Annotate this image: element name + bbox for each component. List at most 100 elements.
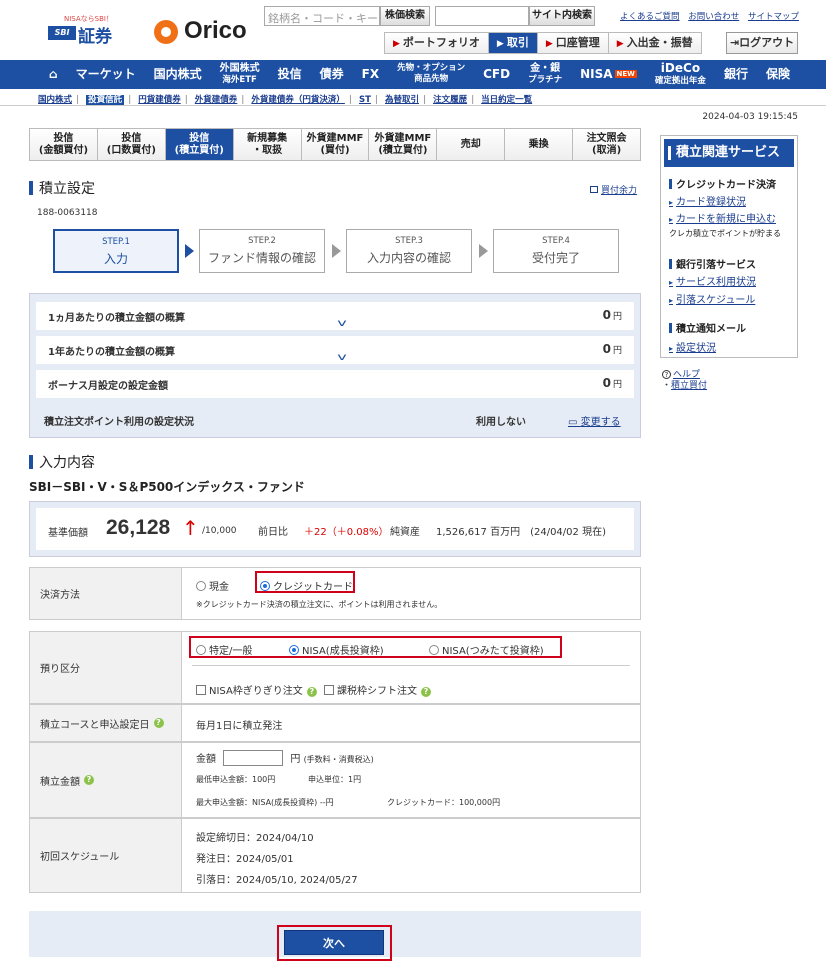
subnav-account[interactable]: ▶ 口座管理 (537, 33, 609, 53)
help-icon: ? (662, 370, 671, 379)
radio-icon[interactable] (196, 581, 206, 591)
nav-price-value: 26,128 (106, 516, 171, 539)
sidebar-card-apply[interactable]: カードを新規に申込む (669, 210, 776, 225)
tab-amount-buy[interactable]: 投信 (金額買付) (30, 129, 98, 160)
tnav-st[interactable]: ST (359, 95, 371, 105)
nav-insurance[interactable]: 保険 (757, 60, 799, 89)
sitemap-link[interactable]: サイトマップ (748, 12, 799, 22)
amount-input[interactable] (223, 750, 284, 766)
tnav-foreign-bond[interactable]: 外貨建債券 (195, 95, 238, 105)
help-icon[interactable]: ? (421, 687, 431, 697)
window-icon: ▭ (568, 417, 581, 428)
nav-bank[interactable]: 銀行 (715, 60, 757, 89)
help-box: ? ヘルプ ・積立買付 (662, 370, 708, 391)
nav-futures[interactable]: 先物・オプション 商品先物 (388, 60, 474, 89)
sidebar-service-status[interactable]: サービス利用状況 (669, 273, 756, 288)
tnav-order-history[interactable]: 注文履歴 (433, 95, 467, 105)
tnav-yen-bond[interactable]: 円貨建債券 (138, 95, 181, 105)
sidebar-mail-setting[interactable]: 設定状況 (669, 339, 716, 354)
header: NISAならSBI！ SBI 証券 Orico 銘柄名・コード・キーワード 株価… (0, 0, 826, 60)
nav-market[interactable]: マーケット (67, 60, 145, 89)
schedule-deadline: 設定締切日：2024/04/10 (196, 833, 314, 844)
subnav-portfolio[interactable]: ▶ ポートフォリオ (385, 33, 489, 53)
sidebar-group-credit: クレジットカード決済 (669, 176, 776, 191)
nav-gold[interactable]: 金・銀 プラチナ (519, 60, 571, 89)
tnav-fx-trade[interactable]: 為替取引 (385, 95, 419, 105)
sidebar-debit-schedule[interactable]: 引落スケジュール (669, 291, 755, 306)
logout-button[interactable]: ⇥ログアウト (726, 32, 798, 54)
tab-new-offering[interactable]: 新規募集 ・取扱 (233, 129, 302, 160)
nav-nisa[interactable]: NISA NEW (571, 60, 646, 89)
tnav-executions[interactable]: 当日約定一覧 (481, 95, 532, 105)
payment-cash-option[interactable]: 現金 (196, 578, 229, 593)
top-links: よくあるご質問 お問い合わせ サイトマップ (620, 10, 805, 22)
checkbox-icon[interactable] (324, 685, 334, 695)
contact-link[interactable]: お問い合わせ (688, 12, 739, 22)
schedule-row: 初回スケジュール 設定締切日：2024/04/10 発注日：2024/05/01… (29, 818, 641, 893)
net-assets-label: 純資産 (390, 527, 420, 538)
tab-unit-buy[interactable]: 投信 (口数買付) (97, 129, 166, 160)
site-search-input[interactable] (435, 6, 529, 26)
nav-cfd[interactable]: CFD (474, 60, 519, 89)
trade-tabs: 投信 (金額買付) 投信 (口数買付) 投信 (積立買付) 新規募集 ・取扱 外貨建MM… (29, 128, 641, 161)
tab-accumulate-buy[interactable]: 投信 (積立買付) (165, 129, 234, 160)
tnav-foreign-bond-yen[interactable]: 外貨建債券（円貨決済） (251, 95, 345, 105)
nav-ideco[interactable]: iDeCo 確定拠出年金 (646, 60, 715, 89)
arrow-icon (479, 244, 488, 258)
step-1: STEP.1 入力 (53, 229, 179, 273)
amount-row: 積立金額? 金額 円 (手数料・消費税込) 最低申込金額：100円 申込単位：1… (29, 742, 641, 818)
tab-order-inquiry[interactable]: 注文照会 (取消) (573, 129, 641, 160)
nav-fx[interactable]: FX (353, 60, 388, 89)
help-link[interactable]: ヘルプ (673, 370, 700, 380)
help-accumulate-link[interactable]: 積立買付 (671, 381, 707, 391)
tab-mmf-buy[interactable]: 外貨建MMF (買付) (301, 129, 370, 160)
sidebar-title: 積立関連サービス (664, 139, 794, 167)
buying-power-link[interactable]: 買付余力 (601, 186, 637, 196)
sidebar-group-bank: 銀行引落サービス (669, 256, 756, 271)
chevron-down-icon[interactable]: v (337, 352, 346, 363)
nav-domestic-stock[interactable]: 国内株式 (145, 60, 211, 89)
sbi-logo[interactable]: NISAならSBI！ SBI 証券 (48, 14, 134, 47)
faq-link[interactable]: よくあるご質問 (620, 12, 680, 22)
course-value: 毎月1日に積立発注 (196, 721, 283, 732)
monthly-row[interactable]: 1ヵ月あたりの積立金額の概算 v 0円 (36, 302, 634, 330)
tnav-investment-trust[interactable]: 投資信託 (86, 95, 125, 105)
logout-icon: ⇥ (729, 36, 740, 49)
change-setting-link[interactable]: ▭ 変更する (568, 413, 621, 428)
yearly-row[interactable]: 1年あたりの積立金額の概算 v 0円 (36, 336, 634, 364)
divider (192, 665, 630, 666)
stock-search-input[interactable]: 銘柄名・コード・キーワード (264, 6, 380, 26)
step-2: STEP.2 ファンド情報の確認 (199, 229, 325, 273)
diff-value: ＋22（＋0.08%） (304, 527, 389, 538)
sidebar-card-status[interactable]: カード登録状況 (669, 193, 746, 208)
course-row: 積立コースと申込設定日? 毎月1日に積立発注 (29, 704, 641, 742)
stock-search-button[interactable]: 株価検索 (380, 6, 430, 26)
nav-price-label: 基準価額 (48, 528, 88, 539)
schedule-order-date: 発注日：2024/05/01 (196, 854, 294, 865)
help-icon[interactable]: ? (153, 718, 164, 728)
site-search-button[interactable]: サイト内検索 (529, 6, 595, 26)
help-icon[interactable]: ? (306, 687, 317, 697)
subnav-trade[interactable]: ▶ 取引 (488, 33, 538, 53)
payment-note: ※クレジットカード決済の積立注文に、ポイントは利用されません。 (196, 600, 443, 609)
nav-fund[interactable]: 投信 (269, 60, 311, 89)
nisa-limit-option[interactable]: NISA枠ぎりぎり注文? (196, 682, 317, 697)
nav-foreign-stock[interactable]: 外国株式 海外ETF (211, 60, 269, 89)
home-icon[interactable]: ⌂ (40, 60, 67, 89)
help-icon[interactable]: ? (84, 775, 94, 785)
checkbox-icon[interactable] (196, 685, 206, 695)
tnav-domestic-stock[interactable]: 国内株式 (38, 95, 72, 105)
chevron-down-icon[interactable]: v (337, 318, 346, 329)
tab-switch[interactable]: 乗換 (505, 129, 574, 160)
step-3: STEP.3 入力内容の確認 (346, 229, 472, 273)
price-panel: 基準価額 26,128 ↑ /10,000 前日比 ＋22（＋0.08%） 純資… (29, 501, 641, 557)
bonus-row: ボーナス月設定の設定金額 0円 (36, 370, 634, 398)
subnav-deposit[interactable]: ▶ 入出金・振替 (608, 33, 701, 53)
tax-shift-option[interactable]: 課税枠シフト注文? (324, 682, 431, 697)
caret-icon: ▶ (545, 39, 553, 49)
tab-sell[interactable]: 売却 (437, 129, 506, 160)
nav-bond[interactable]: 債券 (311, 60, 353, 89)
orico-name: Orico (184, 17, 247, 44)
min-amount: 最低申込金額：100円 (196, 775, 276, 784)
tab-mmf-accumulate[interactable]: 外貨建MMF (積立買付) (369, 129, 438, 160)
